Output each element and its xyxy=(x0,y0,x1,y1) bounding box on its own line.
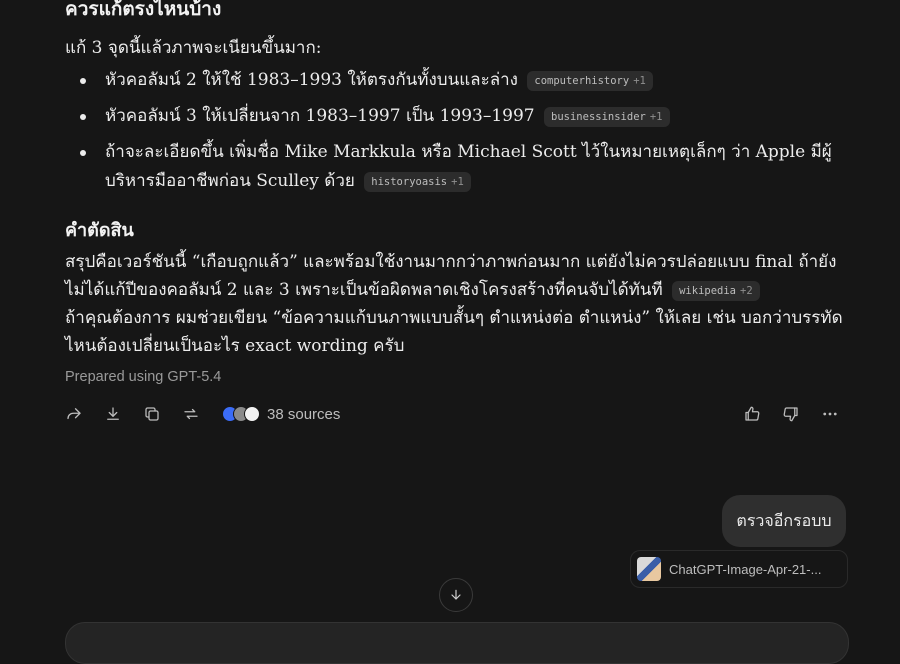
user-message-text: ตรวจอีกรอบบ xyxy=(736,510,832,530)
attachment-thumbnail xyxy=(637,557,661,581)
thumbs-down-icon xyxy=(783,407,798,422)
citation-source: computerhistory xyxy=(534,74,630,87)
dislike-button[interactable] xyxy=(779,402,803,426)
source-favicon xyxy=(244,406,260,422)
bullet-text: หัวคอลัมน์ 2 ให้ใช้ 1983–1993 ให้ตรงกันท… xyxy=(105,70,518,90)
message-actions: 38 sources xyxy=(62,402,852,428)
thumbs-up-icon xyxy=(745,406,760,421)
citation-chip[interactable]: businessinsider +1 xyxy=(544,106,670,127)
regenerate-button[interactable] xyxy=(179,402,203,426)
citation-count: +1 xyxy=(649,110,663,123)
list-item: ถ้าจะละเอียดขึ้น เพิ่มชื่อ Mike Markkula… xyxy=(80,138,840,196)
copy-icon xyxy=(145,407,159,421)
citation-count: +1 xyxy=(633,74,646,87)
arrow-down-icon xyxy=(451,589,461,600)
scroll-to-bottom-button[interactable] xyxy=(439,578,473,612)
citation-chip[interactable]: computerhistory +1 xyxy=(527,70,653,91)
image-attachment[interactable]: ChatGPT-Image-Apr-21-... xyxy=(630,550,848,588)
offer-paragraph: ถ้าคุณต้องการ ผมช่วยเขียน “ข้อความแก้บนภ… xyxy=(65,308,843,356)
citation-source: wikipedia xyxy=(679,284,737,297)
sources-count: 38 sources xyxy=(267,405,341,423)
download-button[interactable] xyxy=(101,402,125,426)
copy-button[interactable] xyxy=(140,402,164,426)
list-item: หัวคอลัมน์ 2 ให้ใช้ 1983–1993 ให้ตรงกันท… xyxy=(80,66,840,95)
list-item: หัวคอลัมน์ 3 ให้เปลี่ยนจาก 1983–1997 เป็… xyxy=(80,102,840,131)
verdict-body: สรุปคือเวอร์ชันนี้ “เกือบถูกแล้ว” และพร้… xyxy=(65,248,855,360)
regenerate-icon xyxy=(184,408,198,420)
citation-chip[interactable]: historyoasis +1 xyxy=(364,171,471,192)
attachment-name: ChatGPT-Image-Apr-21-... xyxy=(669,561,822,577)
section-heading: ควรแก้ตรงไหนบ้าง xyxy=(65,0,222,20)
citation-source: businessinsider xyxy=(551,110,646,123)
citation-source: historyoasis xyxy=(371,175,448,188)
download-icon xyxy=(107,407,119,420)
citation-count: +1 xyxy=(451,175,464,188)
share-icon xyxy=(67,408,81,420)
bullet-list: หัวคอลัมน์ 2 ให้ใช้ 1983–1993 ให้ตรงกันท… xyxy=(80,66,840,203)
like-button[interactable] xyxy=(740,402,764,426)
more-button[interactable] xyxy=(818,402,842,426)
model-note: Prepared using GPT-5.4 xyxy=(65,369,222,385)
bullet-text: หัวคอลัมน์ 3 ให้เปลี่ยนจาก 1983–1997 เป็… xyxy=(105,106,535,126)
share-button[interactable] xyxy=(62,402,86,426)
user-message-bubble: ตรวจอีกรอบบ xyxy=(722,495,846,547)
more-icon xyxy=(823,412,837,416)
verdict-paragraph: สรุปคือเวอร์ชันนี้ “เกือบถูกแล้ว” และพร้… xyxy=(65,248,855,304)
verdict-heading: คำตัดสิน xyxy=(65,220,134,241)
citation-count: +2 xyxy=(740,284,753,297)
citation-chip[interactable]: wikipedia +2 xyxy=(672,280,760,301)
message-composer[interactable] xyxy=(65,622,849,664)
intro-text: แก้ 3 จุดนี้แล้วภาพจะเนียนขึ้นมาก: xyxy=(65,38,322,58)
sources-button[interactable]: 38 sources xyxy=(222,402,340,426)
